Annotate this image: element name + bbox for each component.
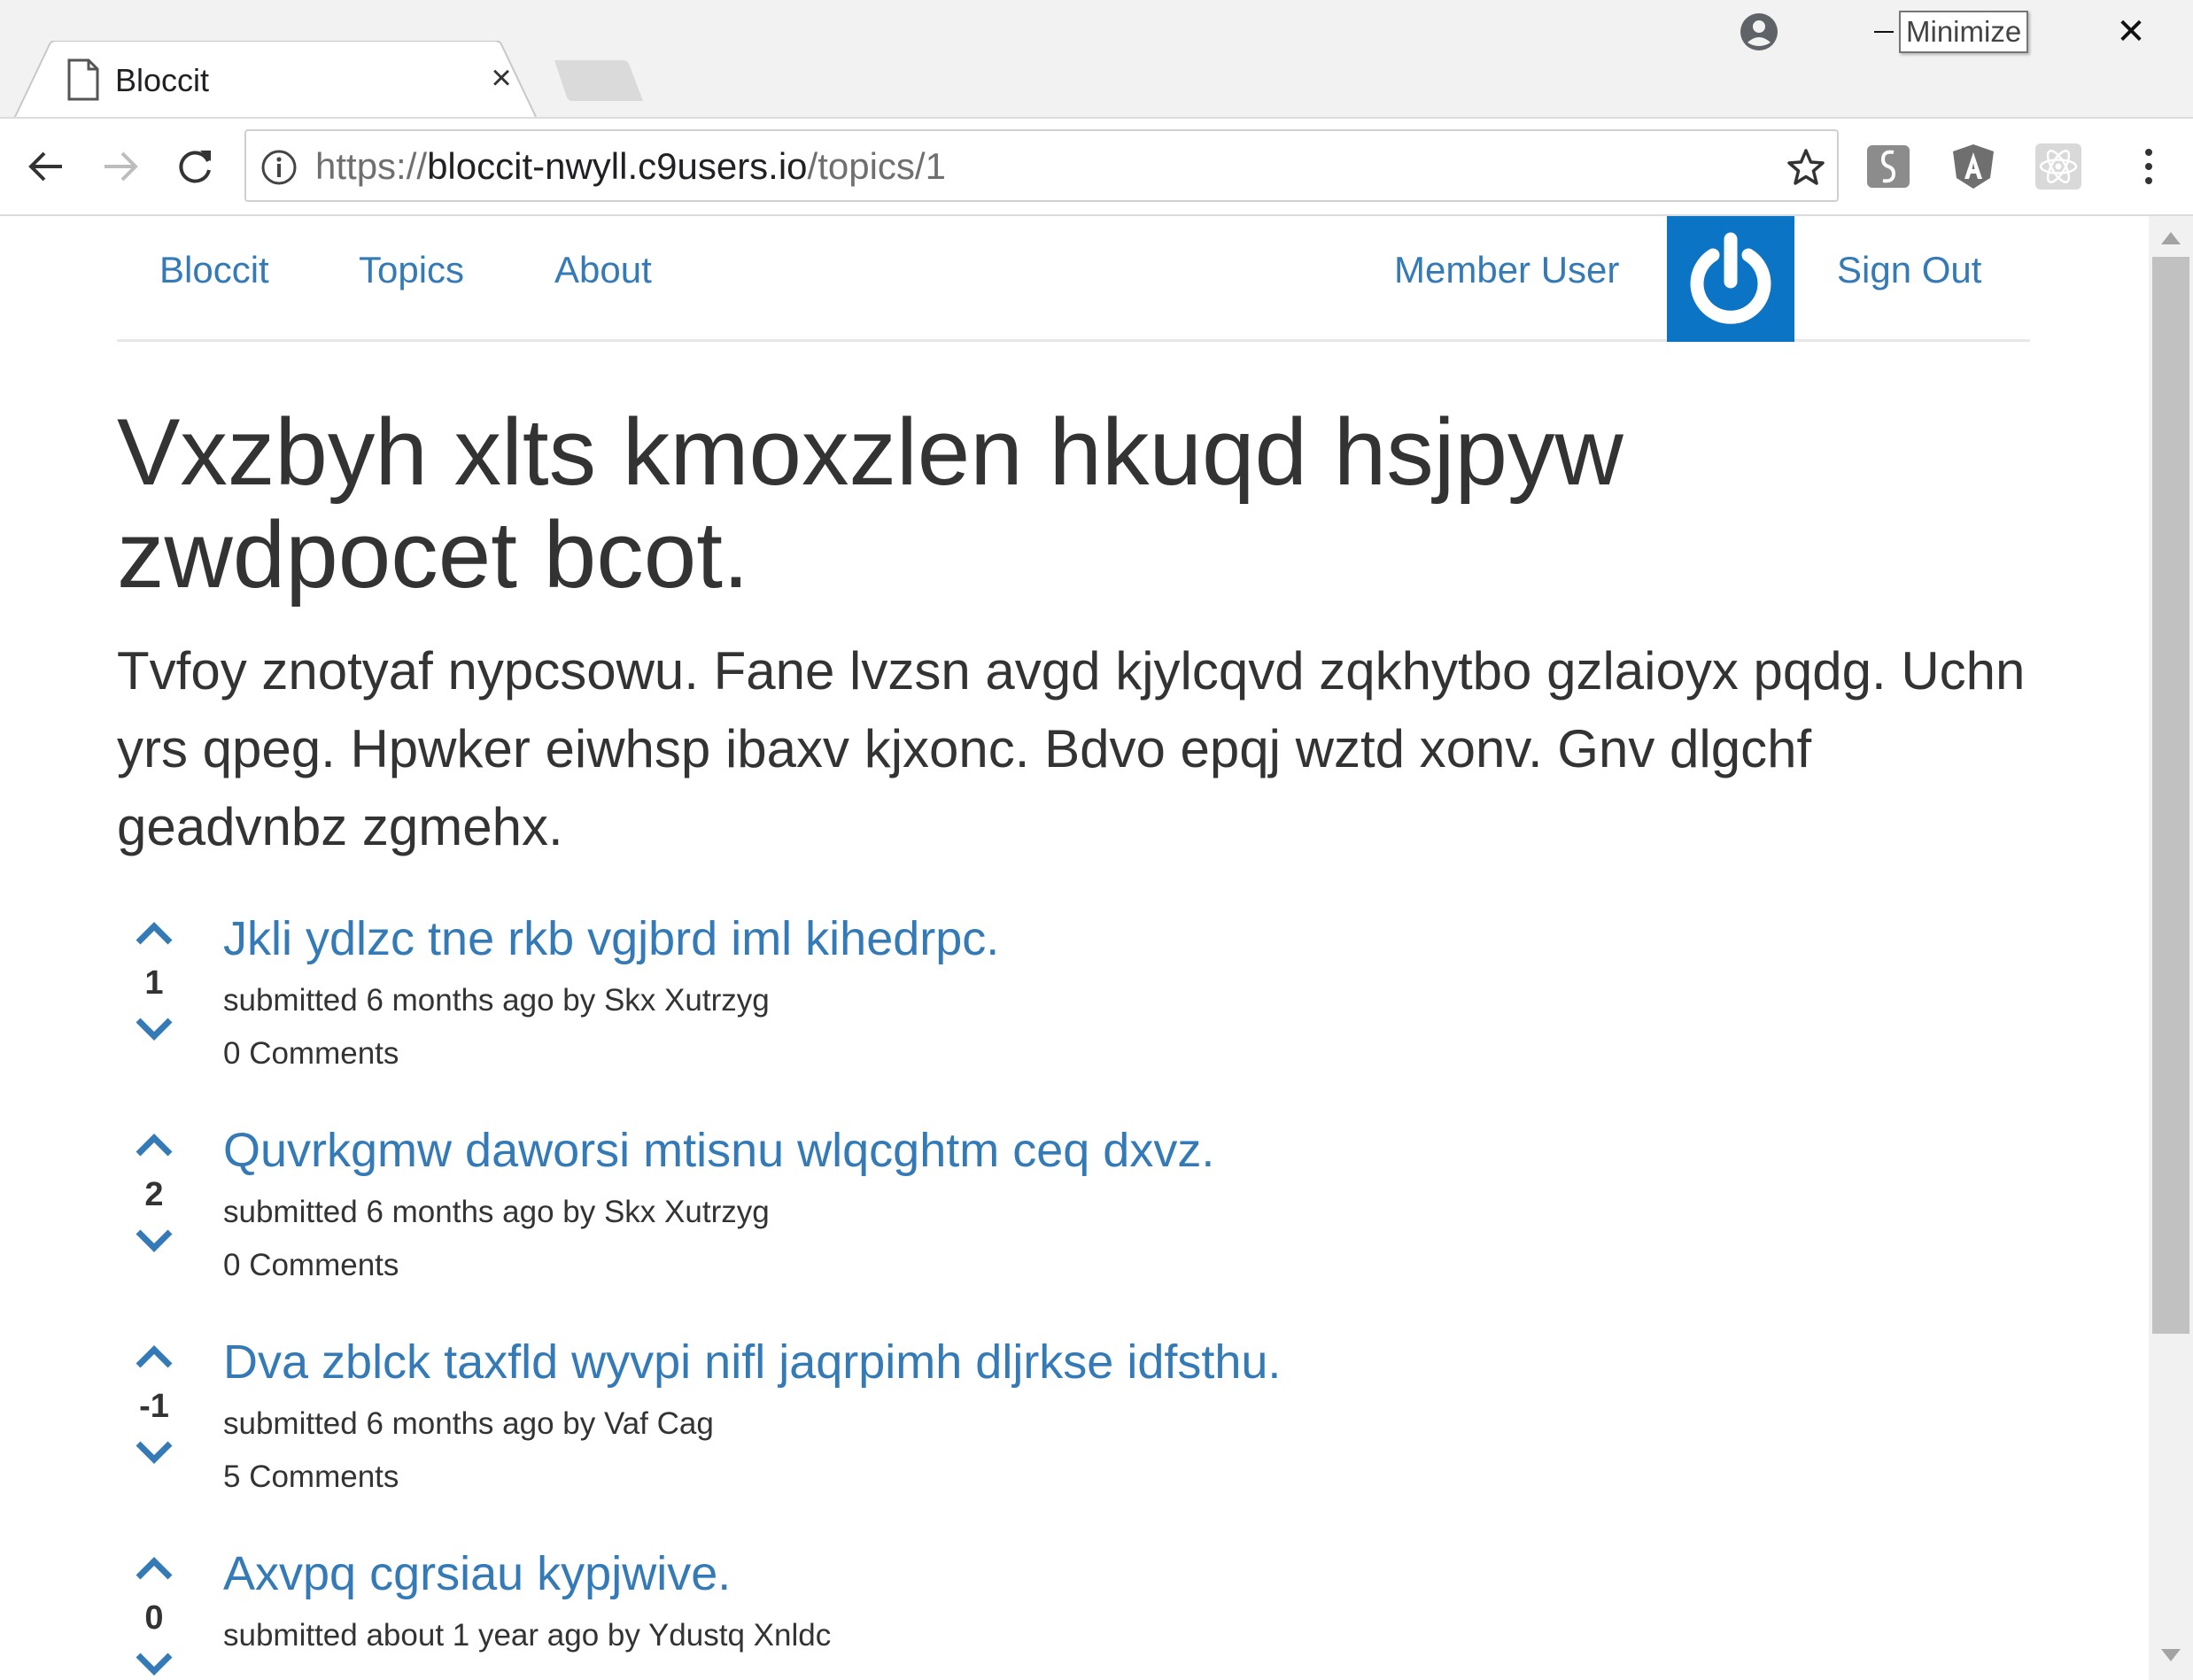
vote-count: 0 bbox=[144, 1599, 164, 1637]
avatar[interactable] bbox=[1667, 216, 1794, 342]
upvote-icon[interactable] bbox=[135, 1343, 174, 1369]
vote-count: 1 bbox=[144, 964, 164, 1002]
nav-topics-link[interactable]: Topics bbox=[359, 248, 464, 292]
browser-tab[interactable]: Bloccit × bbox=[14, 41, 537, 119]
browser-menu-icon[interactable] bbox=[2131, 142, 2166, 191]
scroll-thumb[interactable] bbox=[2152, 257, 2189, 1334]
scroll-up-arrow-icon[interactable] bbox=[2161, 232, 2181, 244]
info-icon[interactable] bbox=[260, 149, 298, 186]
post-title-link[interactable]: Jkli ydlzc tne rkb vgjbrd iml kihedrpc. bbox=[223, 910, 999, 967]
tab-title: Bloccit bbox=[115, 62, 210, 98]
reload-icon[interactable] bbox=[170, 142, 220, 191]
minimize-tooltip: Minimize bbox=[1899, 11, 2029, 53]
browser-toolbar: https://bloccit-nwyll.c9users.io/topics/… bbox=[0, 117, 2193, 216]
page-viewport: Bloccit Topics About Member User Sign Ou… bbox=[0, 216, 2149, 1680]
post-item: -1 Dva zblck taxfld wyvpi nifl jaqrpimh … bbox=[117, 1334, 1977, 1537]
post-item: 1 Jkli ydlzc tne rkb vgjbrd iml kihedrpc… bbox=[117, 910, 1977, 1114]
downvote-icon[interactable] bbox=[135, 1652, 174, 1678]
browser-tabstrip: Bloccit × Minimize ✕ bbox=[0, 0, 2193, 119]
topic-title: Vxzbyh xlts kmoxzlen hkuqd hsjpyw zwdpoc… bbox=[117, 399, 1623, 608]
post-title-link[interactable]: Quvrkgmw daworsi mtisnu wlqcghtm ceq dxv… bbox=[223, 1122, 1214, 1179]
post-meta: submitted 6 months ago by Skx Xutrzyg bbox=[223, 983, 770, 1018]
url-text: https://bloccit-nwyll.c9users.io/topics/… bbox=[315, 145, 946, 188]
forward-arrow-icon[interactable] bbox=[96, 142, 145, 191]
url-path: /topics/1 bbox=[807, 145, 946, 187]
vote-count: 2 bbox=[144, 1176, 164, 1213]
scroll-down-arrow-icon[interactable] bbox=[2161, 1649, 2181, 1661]
upvote-icon[interactable] bbox=[135, 1131, 174, 1157]
post-title-link[interactable]: Dva zblck taxfld wyvpi nifl jaqrpimh dlj… bbox=[223, 1334, 1281, 1390]
nav-brand-link[interactable]: Bloccit bbox=[159, 248, 269, 292]
sign-out-link[interactable]: Sign Out bbox=[1837, 248, 1981, 292]
downvote-icon[interactable] bbox=[135, 1228, 174, 1255]
address-bar[interactable]: https://bloccit-nwyll.c9users.io/topics/… bbox=[244, 129, 1839, 202]
power-avatar-icon bbox=[1690, 232, 1771, 324]
url-scheme: https:// bbox=[315, 145, 428, 187]
post-meta: submitted 6 months ago by Skx Xutrzyg bbox=[223, 1195, 770, 1229]
profile-icon[interactable] bbox=[1740, 12, 1778, 51]
tab-close-icon[interactable]: × bbox=[484, 60, 519, 96]
post-meta: submitted 6 months ago by Vaf Cag bbox=[223, 1406, 714, 1441]
upvote-icon[interactable] bbox=[135, 919, 174, 946]
angular-extension-icon[interactable] bbox=[1949, 142, 1998, 191]
new-tab-button[interactable] bbox=[553, 58, 645, 103]
post-comments: 0 Comments bbox=[223, 1036, 399, 1071]
post-title-link[interactable]: Axvpq cgrsiau kypjwive. bbox=[223, 1545, 731, 1602]
vertical-scrollbar[interactable] bbox=[2149, 216, 2193, 1680]
topic-description: Tvfoy znotyaf nypcsowu. Fane lvzsn avgd … bbox=[117, 641, 2026, 856]
post-meta: submitted about 1 year ago by Ydustq Xnl… bbox=[223, 1618, 832, 1653]
site-navbar: Bloccit Topics About Member User Sign Ou… bbox=[117, 216, 2030, 342]
post-item: 2 Quvrkgmw daworsi mtisnu wlqcghtm ceq d… bbox=[117, 1122, 1977, 1326]
bookmark-star-icon[interactable] bbox=[1786, 147, 1826, 188]
post-comments: 5 Comments bbox=[223, 1459, 399, 1494]
window-close-icon[interactable]: ✕ bbox=[2113, 12, 2149, 51]
url-host: bloccit-nwyll.c9users.io bbox=[427, 145, 808, 187]
downvote-icon[interactable] bbox=[135, 1440, 174, 1467]
downvote-icon[interactable] bbox=[135, 1017, 174, 1043]
extension-s-icon[interactable] bbox=[1864, 142, 1913, 191]
nav-user-link[interactable]: Member User bbox=[1394, 248, 1619, 292]
upvote-icon[interactable] bbox=[135, 1554, 174, 1581]
minimize-icon[interactable] bbox=[1871, 18, 1897, 44]
nav-about-link[interactable]: About bbox=[554, 248, 652, 292]
react-extension-icon[interactable] bbox=[2034, 142, 2083, 191]
page-icon bbox=[67, 58, 99, 101]
vote-count: -1 bbox=[139, 1388, 169, 1425]
back-arrow-icon[interactable] bbox=[21, 142, 71, 191]
post-item: 0 Axvpq cgrsiau kypjwive. submitted abou… bbox=[117, 1545, 1977, 1680]
post-comments: 0 Comments bbox=[223, 1248, 399, 1282]
